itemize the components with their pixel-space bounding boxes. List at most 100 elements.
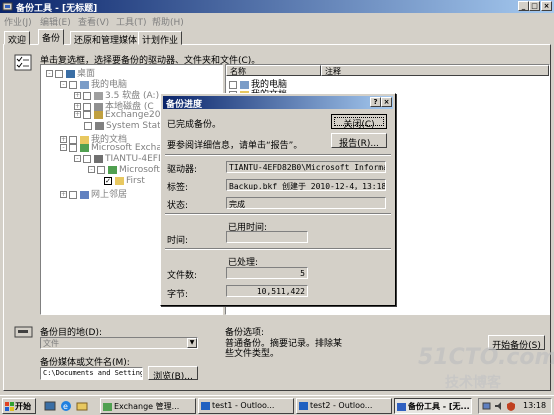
checkbox[interactable] xyxy=(69,143,77,152)
watermark-blog: 技术博客 xyxy=(445,375,501,391)
tree-item[interactable]: + Exchange2007 xyxy=(74,110,172,120)
checkbox[interactable] xyxy=(83,154,91,163)
browse-button[interactable]: 浏览(B)... xyxy=(148,366,198,380)
collapse-icon[interactable]: - xyxy=(88,166,95,173)
quick-launch-desktop-icon[interactable] xyxy=(44,400,56,412)
task-backup-tool[interactable]: 备份工具 - [无... xyxy=(394,398,472,414)
time-label: 时间: xyxy=(167,236,189,246)
network-tray-icon[interactable] xyxy=(482,401,492,411)
expand-icon[interactable]: + xyxy=(74,92,81,99)
close-dialog-button[interactable]: 关闭(C) xyxy=(331,114,387,129)
start-button[interactable]: 开始 xyxy=(2,398,36,414)
drive-label: 驱动器: xyxy=(167,165,198,175)
time-value xyxy=(226,231,308,243)
expand-icon[interactable]: + xyxy=(60,136,67,143)
separator xyxy=(165,248,391,250)
dialog-title: 备份进度 xyxy=(166,100,203,110)
checked-checkbox[interactable]: ✓ xyxy=(104,176,112,185)
help-button[interactable]: ? xyxy=(370,97,381,107)
network-icon xyxy=(80,190,89,199)
volume-tray-icon[interactable] xyxy=(494,401,504,411)
outlook-icon xyxy=(201,401,210,410)
collapse-icon[interactable]: - xyxy=(60,144,67,151)
task-test1-outlook[interactable]: test1 - Outloo... xyxy=(198,398,294,414)
minimize-button[interactable]: _ xyxy=(518,1,529,11)
info-text: 要参阅详细信息，请单击“报告”。 xyxy=(167,141,303,151)
windows-logo-icon xyxy=(5,402,14,411)
column-name-header[interactable]: 名称 xyxy=(226,65,321,76)
tab-restore[interactable]: 还原和管理媒体 xyxy=(70,31,142,46)
task-test2-outlook[interactable]: test2 - Outloo... xyxy=(296,398,392,414)
expand-icon[interactable]: + xyxy=(60,191,67,198)
tree-item[interactable]: + 网上邻居 xyxy=(60,187,127,200)
tree-item[interactable]: System State xyxy=(84,121,166,131)
destination-select[interactable]: 文件 ▼ xyxy=(40,337,198,349)
svg-text:e: e xyxy=(63,402,68,411)
column-comment-header[interactable]: 注释 xyxy=(321,65,549,76)
tree-item[interactable]: - Microsoft Excha xyxy=(60,143,162,153)
system-state-icon xyxy=(95,121,104,130)
menu-tools[interactable]: 工具(T) xyxy=(116,15,147,28)
dialog-title-bar[interactable]: 备份进度 ? × xyxy=(163,96,393,110)
server-icon xyxy=(94,154,103,163)
separator xyxy=(165,213,391,215)
exchange-icon xyxy=(80,143,89,152)
options-text-line2: 些文件类型。 xyxy=(225,349,280,359)
tree-item[interactable]: - Microsoft xyxy=(88,165,160,175)
quick-launch-explorer-icon[interactable] xyxy=(76,400,88,412)
maximize-button[interactable]: □ xyxy=(529,1,540,11)
drive-value: TIANTU-4EFD82B0\Microsoft Information xyxy=(226,161,386,173)
checklist-icon xyxy=(14,54,32,71)
menu-bar: 作业(J) 编辑(E) 查看(V) 工具(T) 帮助(H) xyxy=(0,13,554,28)
files-label: 文件数: xyxy=(167,271,198,281)
watermark-site: 51CTO.com xyxy=(418,345,554,370)
main-title-bar[interactable]: 备份工具 - [无标题] _ □ × xyxy=(0,0,554,14)
drive-icon xyxy=(94,110,103,119)
collapse-icon[interactable]: - xyxy=(60,81,67,88)
task-exchange[interactable]: Exchange 管理... xyxy=(100,398,196,414)
checkbox[interactable] xyxy=(69,190,77,199)
done-text: 已完成备份。 xyxy=(167,120,222,130)
checkbox[interactable] xyxy=(84,121,92,130)
tree-item[interactable]: ✓ First xyxy=(104,176,145,186)
exchange-icon xyxy=(103,402,112,411)
chevron-down-icon[interactable]: ▼ xyxy=(187,338,197,348)
menu-edit[interactable]: 编辑(E) xyxy=(40,15,71,28)
bytes-value: 10,511,422 xyxy=(226,285,308,297)
expand-icon[interactable]: + xyxy=(74,103,81,110)
menu-view[interactable]: 查看(V) xyxy=(78,15,109,28)
collapse-icon[interactable]: - xyxy=(74,155,81,162)
backup-app-icon xyxy=(397,402,406,411)
close-button[interactable]: × xyxy=(541,1,552,11)
clock: 13:18 xyxy=(523,401,547,410)
checkbox[interactable] xyxy=(83,110,91,119)
checkbox[interactable] xyxy=(97,165,105,174)
outlook-icon xyxy=(299,401,308,410)
backup-device-icon xyxy=(14,326,33,338)
separator xyxy=(165,154,391,156)
dialog-close-icon[interactable]: × xyxy=(381,97,392,107)
tag-label: 标签: xyxy=(167,183,189,193)
menu-help[interactable]: 帮助(H) xyxy=(152,15,184,28)
media-filename-input[interactable]: C:\Documents and Setting xyxy=(40,367,143,380)
database-icon xyxy=(115,176,124,185)
files-value: 5 xyxy=(226,267,308,279)
backup-progress-dialog: 备份进度 ? × 已完成备份。 要参阅详细信息，请单击“报告”。 关闭(C) 报… xyxy=(160,93,396,306)
expand-icon[interactable]: + xyxy=(74,111,81,118)
tree-item[interactable]: - TIANTU-4EFD xyxy=(74,154,165,164)
tag-value: Backup.bkf 创建于 2010-12-4，13:18 xyxy=(226,179,386,191)
menu-job[interactable]: 作业(J) xyxy=(4,15,32,28)
quick-launch-ie-icon[interactable]: e xyxy=(60,400,72,412)
security-tray-icon[interactable] xyxy=(506,401,516,411)
status-label: 状态: xyxy=(167,201,189,211)
taskbar: 开始 e Exchange 管理... test1 - Outloo... te… xyxy=(0,395,554,415)
tab-welcome[interactable]: 欢迎 xyxy=(4,31,31,46)
store-icon xyxy=(108,165,117,174)
report-button[interactable]: 报告(R)... xyxy=(331,133,387,148)
system-tray: 13:18 xyxy=(478,398,552,414)
bytes-label: 字节: xyxy=(167,290,189,300)
status-value: 完成 xyxy=(226,197,386,209)
tab-backup[interactable]: 备份 xyxy=(38,29,65,45)
collapse-icon[interactable]: - xyxy=(46,70,53,77)
tab-schedule[interactable]: 计划作业 xyxy=(138,31,183,46)
